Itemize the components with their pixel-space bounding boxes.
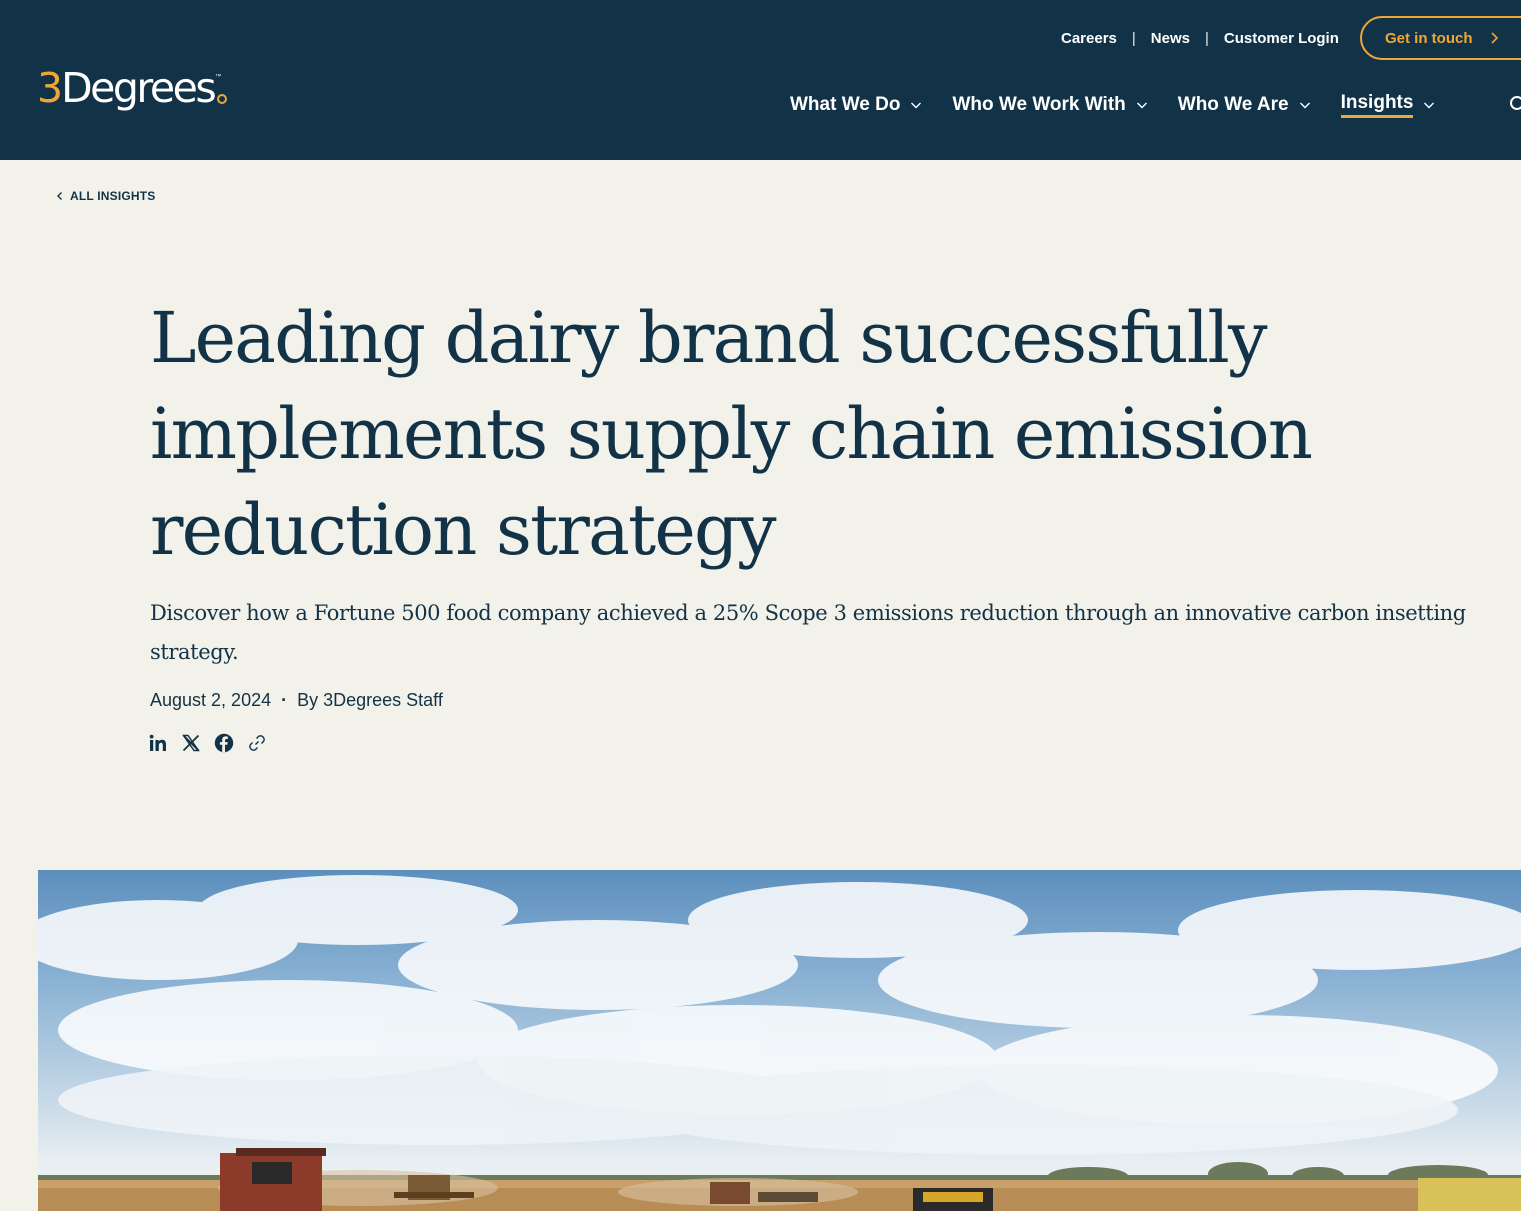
utility-nav: Careers | News | Customer Login [1061,28,1339,48]
get-in-touch-label: Get in touch [1385,29,1473,47]
nav-label: What We Do [790,94,901,115]
separator: | [1131,29,1136,47]
news-link[interactable]: News [1151,30,1190,47]
logo[interactable]: 3 Degrees ™ [37,64,228,122]
nav-what-we-do[interactable]: What We Do [790,94,922,116]
article-subtitle: Discover how a Fortune 500 food company … [150,601,1466,664]
customer-login-link[interactable]: Customer Login [1224,30,1339,47]
logo-degree-dot [217,94,228,104]
x-icon[interactable] [181,733,201,753]
nav-insights[interactable]: Insights [1340,92,1436,118]
link-icon[interactable] [247,733,267,753]
nav-label: Who We Are [1177,94,1289,115]
logo-numeral: 3 [37,64,63,112]
all-insights-label: ALL INSIGHTS [70,189,156,203]
chevron-down-icon [1423,99,1435,111]
hero-scene [38,875,1521,1211]
article-date: August 2, 2024 [150,690,272,710]
article-meta: August 2, 2024 · By 3Degrees Staff [150,690,443,711]
nav-who-we-are[interactable]: Who We Are [1178,94,1311,116]
article-author: By 3Degrees Staff [297,690,443,710]
main-nav: What We Do Who We Work With Who We Are I… [790,92,1465,118]
article-title: Leading dairy brand successfully impleme… [150,297,1313,571]
tractor [913,1188,993,1211]
all-insights-link[interactable]: ALL INSIGHTS [56,189,156,203]
careers-link[interactable]: Careers [1061,30,1117,47]
nav-label: Who We Work With [952,94,1126,115]
chevron-right-icon [1487,31,1501,45]
separator: | [1204,29,1209,47]
harvester-1 [220,1148,326,1211]
search-icon[interactable] [1509,95,1521,115]
chevron-down-icon [910,99,922,111]
chevron-left-icon [56,191,64,201]
chevron-down-icon [1299,99,1311,111]
get-in-touch-button[interactable]: Get in touch [1360,16,1521,60]
nav-label: Insights [1340,92,1414,118]
hero-image [38,870,1521,1211]
chevron-down-icon [1136,99,1148,111]
meta-separator: · [281,690,288,710]
nav-who-we-work-with[interactable]: Who We Work With [952,94,1147,116]
site-header: 3 Degrees ™ Careers | News | Customer Lo… [0,0,1521,160]
facebook-icon[interactable] [214,733,234,753]
logo-trademark: ™ [215,74,222,80]
linkedin-icon[interactable] [148,733,168,753]
share-bar [148,733,280,753]
logo-word: Degrees [61,64,217,112]
